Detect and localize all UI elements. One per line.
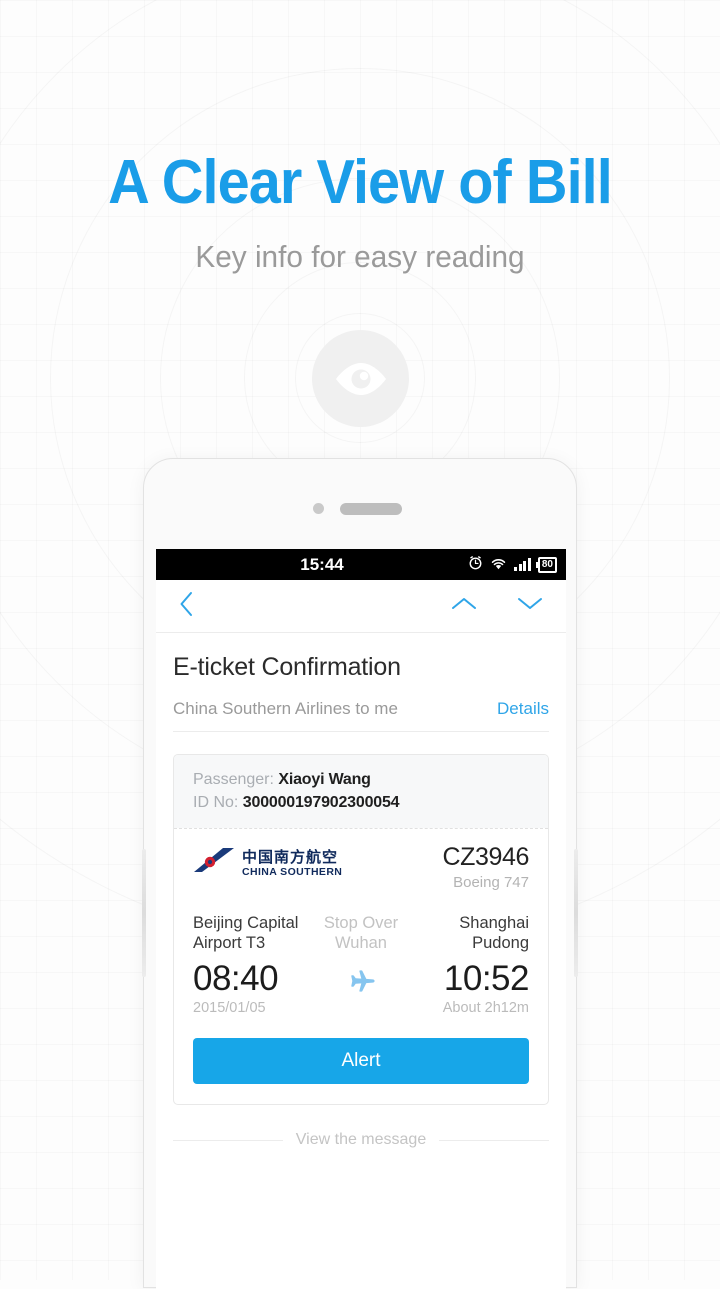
id-number: 300000197902300054 <box>242 794 400 811</box>
front-camera-icon <box>313 503 324 514</box>
arrival-airport: Shanghai Pudong <box>459 914 529 952</box>
phone-top-bezel <box>144 459 576 549</box>
departure-airport: Beijing Capital Airport T3 <box>193 914 299 952</box>
route-row: Beijing Capital Airport T3 08:40 2015/01… <box>193 913 530 1016</box>
passenger-label: Passenger: <box>193 771 274 788</box>
airline-flight-row: 中国南方航空 CHINA SOUTHERN CZ3946 Boeing 747 <box>193 843 529 891</box>
passenger-row: Passenger: Xiaoyi Wang <box>193 768 529 791</box>
flight-number: CZ3946 <box>442 843 529 871</box>
eticket-card: Passenger: Xiaoyi Wang ID No: 3000001979… <box>173 754 549 1105</box>
phone-side-button-right[interactable] <box>574 849 578 977</box>
stopover-label: Stop Over <box>323 914 399 932</box>
passenger-section: Passenger: Xiaoyi Wang ID No: 3000001979… <box>174 755 548 828</box>
mail-subject: E-ticket Confirmation <box>173 653 401 681</box>
flight-duration: About 2h12m <box>442 1000 529 1016</box>
mail-meta-row: China Southern Airlines to me Details <box>173 699 549 732</box>
divider-line-right <box>439 1139 550 1141</box>
nav-right-actions <box>450 595 544 617</box>
departure-date: 2015/01/05 <box>193 1000 266 1016</box>
alarm-clock-icon <box>468 555 483 575</box>
china-southern-tailfin-icon <box>193 846 235 881</box>
passenger-name: Xiaoyi Wang <box>278 771 371 788</box>
airline-logo: 中国南方航空 CHINA SOUTHERN <box>193 843 342 881</box>
chevron-down-icon[interactable] <box>516 595 544 617</box>
status-bar: 15:44 80 <box>156 549 566 580</box>
id-row: ID No: 300000197902300054 <box>193 791 529 814</box>
stopover-city: Wuhan <box>335 934 387 952</box>
phone-mockup: 15:44 80 E-ticket Confirmation China Sou… <box>142 458 578 1289</box>
ticket-body: 中国南方航空 CHINA SOUTHERN CZ3946 Boeing 747 … <box>174 829 548 1104</box>
phone-screen: 15:44 80 E-ticket Confirmation China Sou… <box>156 549 566 1289</box>
flight-info: CZ3946 Boeing 747 <box>442 843 529 891</box>
arrival-column: Shanghai Pudong 10:52 About 2h12m <box>415 913 530 1016</box>
divider-line-left <box>173 1139 283 1141</box>
chevron-left-icon[interactable] <box>178 590 195 623</box>
stopover-column: Stop Over Wuhan <box>307 913 415 1016</box>
departure-time: 08:40 <box>193 959 279 998</box>
airplane-icon <box>307 968 415 998</box>
phone-side-button-left[interactable] <box>142 849 146 977</box>
airline-name-block: 中国南方航空 CHINA SOUTHERN <box>242 847 343 878</box>
id-label: ID No: <box>193 794 239 811</box>
earpiece-speaker <box>340 503 402 515</box>
chevron-up-icon[interactable] <box>450 595 478 617</box>
battery-icon: 80 <box>535 556 557 573</box>
airline-name-en: CHINA SOUTHERN <box>242 865 343 878</box>
departure-column: Beijing Capital Airport T3 08:40 2015/01… <box>193 913 307 1016</box>
page-subtitle: Key info for easy reading <box>195 239 525 275</box>
wifi-icon <box>490 555 507 575</box>
alert-button[interactable]: Alert <box>193 1038 529 1084</box>
mail-navigation-bar <box>156 580 566 633</box>
status-bar-icons: 80 <box>468 549 557 580</box>
aircraft-type: Boeing 747 <box>453 874 529 891</box>
mail-details-link[interactable]: Details <box>497 699 549 719</box>
eye-icon <box>312 330 409 427</box>
airline-name-cn: 中国南方航空 <box>242 847 339 866</box>
signal-bars-icon <box>514 558 531 571</box>
mail-header: E-ticket Confirmation China Southern Air… <box>156 633 566 732</box>
view-message-label[interactable]: View the message <box>296 1131 426 1149</box>
view-message-divider[interactable]: View the message <box>173 1131 550 1149</box>
hero-text-block: A Clear View of Bill Key info for easy r… <box>0 150 720 275</box>
mail-sender: China Southern Airlines to me <box>173 699 398 718</box>
page-title: A Clear View of Bill <box>108 148 613 217</box>
arrival-time: 10:52 <box>443 959 530 998</box>
